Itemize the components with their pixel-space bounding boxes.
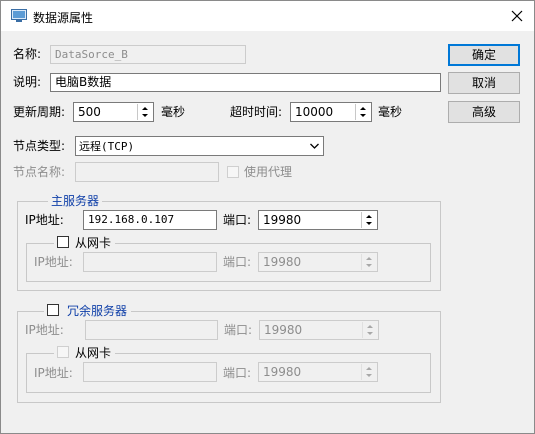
node-type-label: 节点类型: <box>13 139 66 153</box>
redundant-nic-port-value: 19980 <box>263 365 302 379</box>
use-proxy-label: 使用代理 <box>244 165 293 179</box>
chevron-down-icon <box>310 143 319 149</box>
ok-button[interactable]: 确定 <box>448 44 520 66</box>
primary-backup-nic-legend: 从网卡 <box>75 236 112 250</box>
spin-arrows-icon <box>361 364 372 380</box>
use-proxy-checkbox <box>227 166 239 178</box>
redundant-port-value: 19980 <box>264 323 303 337</box>
redundant-backup-nic-checkbox <box>57 346 69 358</box>
redundant-server-checkbox[interactable] <box>47 304 59 316</box>
title-bar: 数据源属性 <box>1 1 534 31</box>
redundant-server-legend: 冗余服务器 <box>67 304 128 318</box>
refresh-unit-label: 毫秒 <box>161 105 186 119</box>
redundant-nic-ip-field <box>83 362 217 382</box>
primary-nic-port-value: 19980 <box>263 255 302 269</box>
primary-nic-port-label: 端口: <box>223 255 252 269</box>
primary-backup-nic-legend-wrap: 从网卡 <box>54 235 116 251</box>
timeout-spinner[interactable]: 10000 <box>290 102 372 122</box>
redundant-ip-label: IP地址: <box>25 323 64 337</box>
redundant-nic-port-spinner: 19980 <box>258 362 378 382</box>
node-name-field <box>75 162 219 182</box>
redundant-nic-port-label: 端口: <box>223 366 252 380</box>
node-type-value: 远程(TCP) <box>79 140 135 153</box>
redundant-backup-nic-legend: 从网卡 <box>75 346 112 360</box>
primary-backup-nic-checkbox[interactable] <box>57 236 69 248</box>
spin-arrows-icon[interactable] <box>361 212 376 228</box>
timeout-value: 10000 <box>295 105 334 119</box>
primary-ip-field[interactable]: 192.168.0.107 <box>83 210 217 230</box>
primary-port-label: 端口: <box>223 213 252 227</box>
primary-ip-label: IP地址: <box>25 213 64 227</box>
primary-nic-ip-label: IP地址: <box>34 255 73 269</box>
description-field[interactable]: 电脑B数据 <box>50 73 441 92</box>
node-type-select[interactable]: 远程(TCP) <box>75 136 324 156</box>
spin-arrows-icon <box>361 254 372 270</box>
refresh-period-value: 500 <box>78 105 101 119</box>
redundant-server-legend-wrap: 冗余服务器 <box>44 303 132 319</box>
advanced-button[interactable]: 高级 <box>448 101 520 123</box>
name-field: DataSorce_B <box>50 45 246 64</box>
redundant-port-label: 端口: <box>224 323 253 337</box>
spin-arrows-icon[interactable] <box>137 104 152 120</box>
spin-arrows-icon <box>362 322 373 338</box>
name-label: 名称: <box>13 47 42 61</box>
node-name-label: 节点名称: <box>13 165 66 179</box>
primary-port-value: 19980 <box>263 213 302 227</box>
redundant-nic-ip-label: IP地址: <box>34 366 73 380</box>
close-icon[interactable] <box>508 7 526 25</box>
redundant-ip-field <box>85 320 218 340</box>
redundant-backup-nic-legend-wrap: 从网卡 <box>54 345 116 361</box>
primary-nic-port-spinner: 19980 <box>258 252 378 272</box>
window-title: 数据源属性 <box>33 11 94 25</box>
window-icon <box>11 9 27 22</box>
spin-arrows-icon[interactable] <box>355 104 370 120</box>
description-label: 说明: <box>13 75 42 89</box>
refresh-period-label: 更新周期: <box>13 105 66 119</box>
dialog-window: 数据源属性 名称: DataSorce_B 说明: 电脑B数据 更新周期: 50… <box>0 0 535 434</box>
primary-port-spinner[interactable]: 19980 <box>258 210 378 230</box>
primary-nic-ip-field <box>83 252 217 272</box>
cancel-button[interactable]: 取消 <box>448 72 520 94</box>
timeout-unit-label: 毫秒 <box>378 105 403 119</box>
refresh-period-spinner[interactable]: 500 <box>73 102 154 122</box>
primary-server-legend: 主服务器 <box>48 193 103 209</box>
redundant-port-spinner: 19980 <box>259 320 379 340</box>
timeout-label: 超时时间: <box>230 105 283 119</box>
